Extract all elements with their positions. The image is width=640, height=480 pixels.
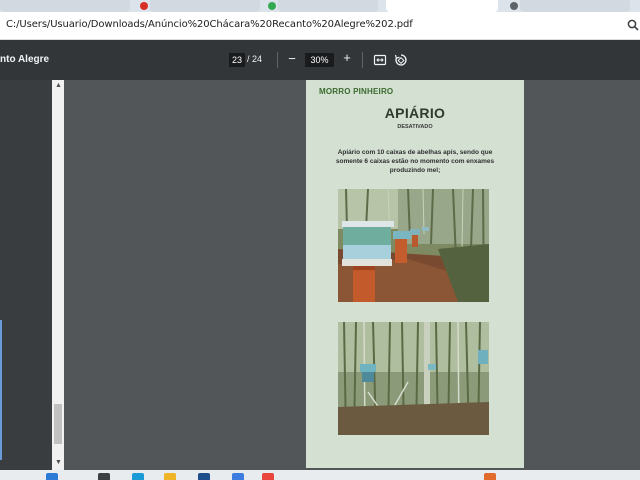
browser-tab[interactable] <box>278 0 378 12</box>
pdf-page: MORRO PINHEIRO APIÁRIO DESATIVADO Apiári… <box>306 80 524 468</box>
bamboo-forest-photo <box>338 322 489 435</box>
scroll-down-arrow-icon[interactable]: ▼ <box>55 459 62 466</box>
taskbar-app-icon[interactable] <box>46 473 58 480</box>
pdf-toolbar: nto Alegre 23 / 24 − 30% + <box>0 40 640 80</box>
tab-favicon-icon <box>510 2 518 10</box>
address-bar[interactable]: C:/Users/Usuario/Downloads/Anúncio%20Chá… <box>0 12 640 40</box>
page-number-input[interactable]: 23 <box>229 53 245 67</box>
browser-tab[interactable] <box>0 0 130 12</box>
fit-to-page-icon[interactable] <box>373 53 387 67</box>
taskbar-app-icon[interactable] <box>232 473 244 480</box>
rotate-icon[interactable] <box>394 53 408 67</box>
browser-tab[interactable] <box>520 0 630 12</box>
browser-tab[interactable] <box>150 0 260 12</box>
taskbar-app-icon[interactable] <box>164 473 176 480</box>
thumbnail-sidebar <box>0 80 52 470</box>
taskbar-app-icon[interactable] <box>98 473 110 480</box>
tab-favicon-icon <box>140 2 148 10</box>
beehive-photo <box>338 189 489 302</box>
zoom-in-button[interactable]: + <box>341 50 353 65</box>
taskbar <box>0 470 640 480</box>
sidebar-accent <box>0 320 2 460</box>
section-header: MORRO PINHEIRO <box>319 87 394 96</box>
magnifier-icon[interactable] <box>626 18 640 32</box>
zoom-level-input[interactable]: 30% <box>305 53 334 67</box>
taskbar-tray-icon[interactable] <box>484 473 496 480</box>
tab-favicon-icon <box>268 2 276 10</box>
document-title: nto Alegre <box>0 54 50 65</box>
toolbar-divider <box>277 52 278 68</box>
page-subheading: DESATIVADO <box>397 124 433 130</box>
url-text[interactable]: C:/Users/Usuario/Downloads/Anúncio%20Chá… <box>6 19 413 30</box>
taskbar-app-icon[interactable] <box>198 473 210 480</box>
toolbar-divider <box>362 52 363 68</box>
taskbar-app-icon[interactable] <box>132 473 144 480</box>
page-heading: APIÁRIO <box>384 105 446 121</box>
zoom-out-button[interactable]: − <box>286 51 298 66</box>
page-total: / 24 <box>247 54 263 64</box>
scrollbar-thumb[interactable] <box>54 404 62 444</box>
scroll-up-arrow-icon[interactable]: ▲ <box>55 82 62 89</box>
page-body-text: Apiário com 10 caixas de abelhas apis, s… <box>335 149 495 174</box>
browser-tab-active[interactable] <box>386 0 498 12</box>
taskbar-app-icon[interactable] <box>262 473 274 480</box>
browser-tab-strip <box>0 0 640 12</box>
